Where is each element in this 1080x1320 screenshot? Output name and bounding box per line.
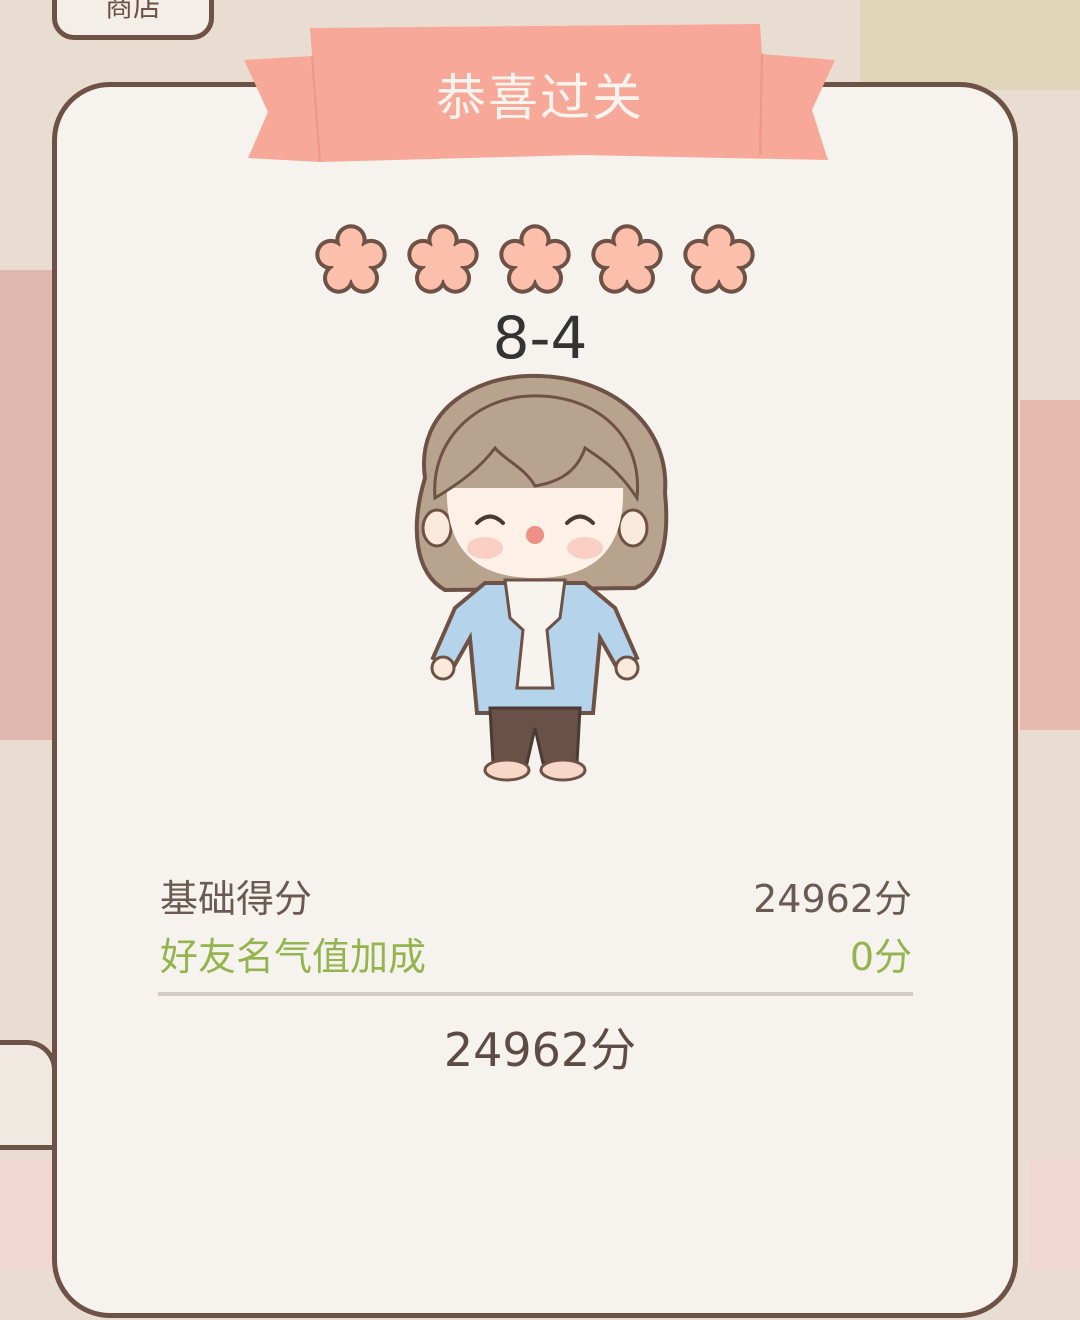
base-score-label: 基础得分	[160, 877, 313, 921]
flower-star-icon	[591, 224, 663, 294]
shop-label: 商店	[104, 0, 161, 23]
bonus-score-label: 好友名气值加成	[160, 935, 427, 979]
bg-block-top-right	[860, 0, 1080, 90]
shop-button[interactable]: 商店	[52, 0, 214, 40]
dialog-title: 恭喜过关	[436, 69, 644, 127]
flower-star-icon	[407, 224, 479, 294]
flower-star-icon	[315, 224, 387, 294]
character-illustration	[414, 373, 669, 782]
flower-star-icon	[499, 224, 571, 294]
bg-block-bottom-right	[1030, 1160, 1080, 1270]
star-rating	[315, 224, 755, 294]
level-number: 8-4	[492, 304, 588, 372]
total-score: 24962分	[443, 1023, 637, 1077]
flower-star-icon	[683, 224, 755, 294]
bg-block-bottom-left-2	[0, 1160, 52, 1270]
bg-block-right	[1020, 400, 1080, 730]
base-score-value: 24962分	[753, 877, 912, 921]
bonus-score-value: 0分	[849, 935, 912, 979]
score-divider	[158, 992, 913, 996]
